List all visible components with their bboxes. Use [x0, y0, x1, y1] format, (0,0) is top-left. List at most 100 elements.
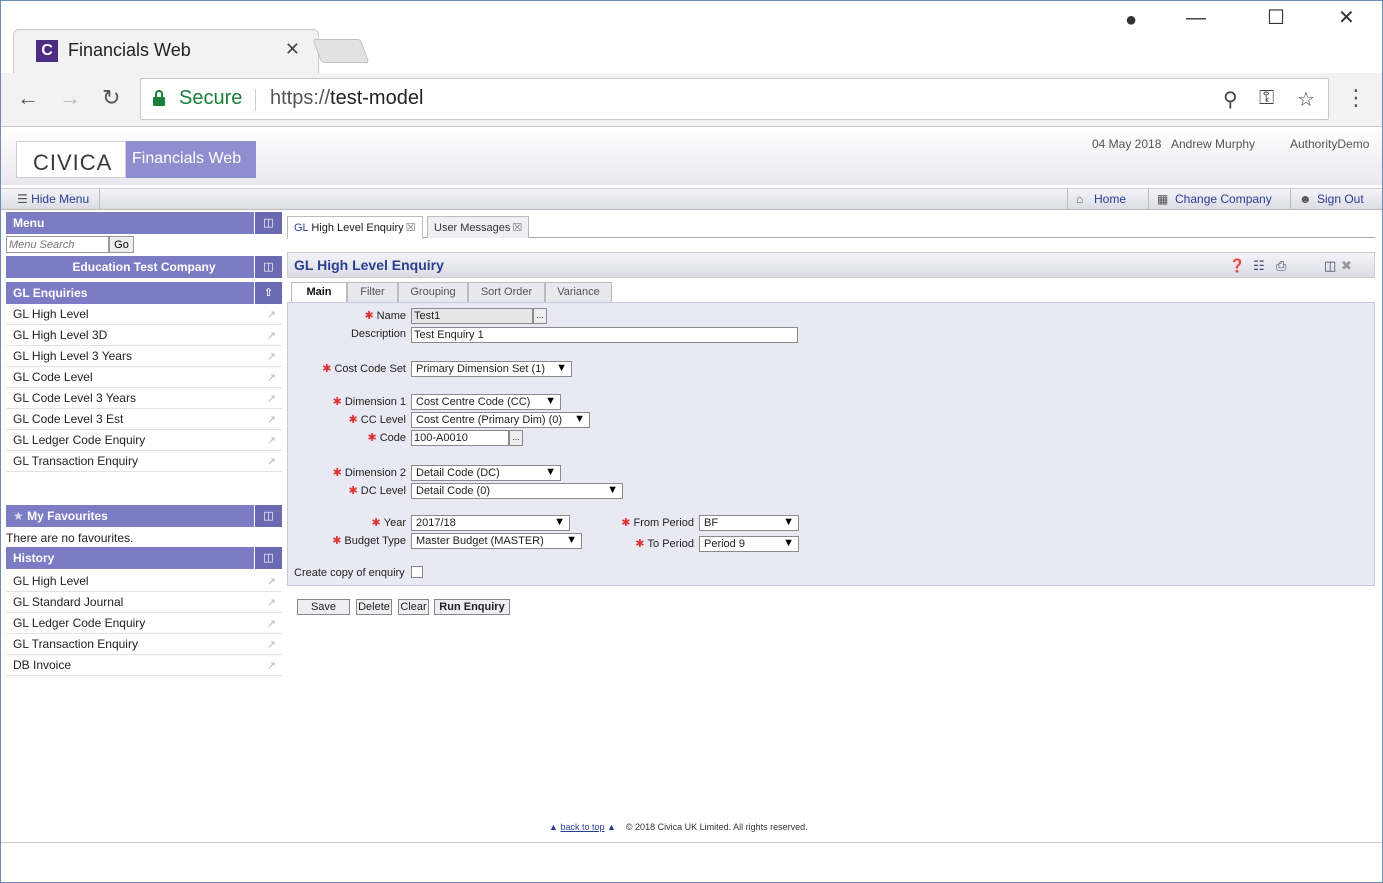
footer-divider: [1, 842, 1382, 843]
clear-button[interactable]: Clear: [398, 599, 429, 615]
dropdown-arrow-icon: ▼: [607, 484, 618, 496]
subtab-sort-order[interactable]: Sort Order: [468, 282, 545, 302]
dimension2-select[interactable]: Detail Code (DC) ▼: [411, 465, 561, 481]
dimension1-label: ✱ Dimension 1: [332, 396, 406, 408]
home-link[interactable]: ⌂ Home: [1067, 189, 1134, 210]
browser-window: C Financials Web ✕ ● — ☐ ✕ ← → ↻ Secure …: [0, 0, 1383, 883]
menu-search-input[interactable]: [6, 236, 109, 253]
cost-code-set-select[interactable]: Primary Dimension Set (1) ▼: [411, 361, 572, 377]
address-bar[interactable]: Secure https://test-model ⚲ ⚿ ☆: [140, 78, 1329, 120]
name-lookup-button[interactable]: ...: [533, 308, 547, 324]
logo-text: CIVICA: [33, 150, 113, 175]
menu-pin-icon[interactable]: ◫: [254, 212, 282, 234]
dimension1-select[interactable]: Cost Centre Code (CC) ▼: [411, 394, 561, 410]
dropdown-arrow-icon: ▼: [574, 413, 585, 425]
open-external-icon: ↗: [266, 456, 276, 468]
close-window-icon[interactable]: ✕: [1338, 5, 1355, 30]
code-lookup-button[interactable]: ...: [509, 430, 523, 446]
sidebar-item-gl-code-level[interactable]: GL Code Level ↗: [6, 367, 282, 388]
history-item-gl-standard-journal[interactable]: GL Standard Journal ↗: [6, 592, 282, 613]
to-period-label: ✱ To Period: [635, 538, 694, 550]
sidebar-item-gl-high-level-3d[interactable]: GL High Level 3D ↗: [6, 325, 282, 346]
new-tab-button[interactable]: [312, 39, 370, 63]
browser-menu-icon[interactable]: ⋮: [1345, 85, 1367, 111]
profile-icon[interactable]: ●: [1125, 9, 1137, 32]
to-period-select[interactable]: Period 9 ▼: [699, 536, 799, 552]
sidebar-item-gl-transaction-enquiry[interactable]: GL Transaction Enquiry ↗: [6, 451, 282, 472]
hide-menu-label: Hide Menu: [31, 192, 90, 206]
history-item-gl-transaction-enquiry[interactable]: GL Transaction Enquiry ↗: [6, 634, 282, 655]
create-copy-checkbox[interactable]: [411, 566, 423, 578]
save-button[interactable]: Save: [297, 599, 350, 615]
history-pin-icon[interactable]: ◫: [254, 547, 282, 569]
subtab-main[interactable]: Main: [291, 282, 347, 303]
sidebar-item-gl-ledger-code-enquiry[interactable]: GL Ledger Code Enquiry ↗: [6, 430, 282, 451]
export-icon[interactable]: ☷: [1253, 258, 1265, 274]
open-external-icon: ↗: [266, 576, 276, 588]
window-icon[interactable]: ◫: [1324, 258, 1336, 274]
delete-button[interactable]: Delete: [356, 599, 392, 615]
budget-type-label: ✱ Budget Type: [332, 535, 406, 547]
budget-type-select[interactable]: Master Budget (MASTER) ▼: [411, 533, 582, 549]
change-company-link[interactable]: ▦ Change Company: [1148, 189, 1280, 210]
app-navbar: ☰ Hide Menu ⌂ Home ▦ Change Company ☻ Sign …: [1, 188, 1382, 210]
minimize-icon[interactable]: —: [1186, 7, 1206, 30]
open-external-icon: ↗: [266, 414, 276, 426]
hide-menu-button[interactable]: ☰ Hide Menu: [7, 189, 101, 210]
copyright-text: © 2018 Civica UK Limited. All rights res…: [625, 822, 808, 832]
maximize-icon[interactable]: ☐: [1267, 5, 1285, 30]
from-period-select[interactable]: BF ▼: [699, 515, 799, 531]
up-arrow-icon: ▲: [606, 822, 616, 832]
tab-close-icon[interactable]: ✕: [285, 39, 300, 60]
open-external-icon: ↗: [266, 309, 276, 321]
history-item-gl-ledger-code-enquiry[interactable]: GL Ledger Code Enquiry ↗: [6, 613, 282, 634]
dropdown-arrow-icon: ▼: [783, 537, 794, 549]
open-external-icon: ↗: [266, 330, 276, 342]
sidebar-item-gl-high-level-3-years[interactable]: GL High Level 3 Years ↗: [6, 346, 282, 367]
company-pin-icon[interactable]: ◫: [254, 256, 282, 278]
sidebar-item-gl-code-level-3-est[interactable]: GL Code Level 3 Est ↗: [6, 409, 282, 430]
cc-level-select[interactable]: Cost Centre (Primary Dim) (0) ▼: [411, 412, 590, 428]
code-input[interactable]: 100-A0010: [411, 430, 509, 446]
favourites-pin-icon[interactable]: ◫: [254, 505, 282, 527]
reload-icon[interactable]: ↻: [102, 85, 120, 111]
sidebar: Menu ◫ Go Education Test Company ◫ GL En…: [6, 212, 282, 676]
back-icon[interactable]: ←: [17, 85, 39, 111]
subtab-filter[interactable]: Filter: [347, 282, 398, 302]
gl-enquiries-up-icon[interactable]: ⇧: [254, 282, 282, 304]
history-header: History ◫: [6, 547, 282, 569]
description-input[interactable]: Test Enquiry 1: [411, 327, 798, 343]
forward-icon[interactable]: →: [59, 85, 81, 111]
run-enquiry-button[interactable]: Run Enquiry: [434, 599, 510, 615]
subtab-variance[interactable]: Variance: [545, 282, 612, 302]
enquiry-form: ✱ Name Test1 ... Description Test Enquiry…: [287, 302, 1375, 586]
sidebar-item-gl-code-level-3-years[interactable]: GL Code Level 3 Years ↗: [6, 388, 282, 409]
tab-gl-high-level-enquiry[interactable]: GL High Level Enquiry ☒: [287, 216, 423, 239]
menu-search-go-button[interactable]: Go: [109, 236, 134, 253]
back-to-top-link[interactable]: back to top: [560, 822, 604, 832]
browser-tab[interactable]: C Financials Web ✕: [13, 29, 319, 73]
help-icon[interactable]: ❓: [1229, 258, 1245, 274]
url-text[interactable]: https://test-model: [270, 87, 423, 110]
favourites-empty: There are no favourites.: [6, 531, 134, 545]
history-item-gl-high-level[interactable]: GL High Level ↗: [6, 571, 282, 592]
name-input[interactable]: Test1: [411, 308, 533, 324]
create-copy-label: Create copy of enquiry: [294, 567, 405, 579]
up-arrow-icon: ▲: [549, 822, 558, 832]
gl-enquiries-header[interactable]: GL Enquiries ⇧: [6, 282, 282, 304]
subtab-grouping[interactable]: Grouping: [398, 282, 468, 302]
history-item-db-invoice[interactable]: DB Invoice ↗: [6, 655, 282, 676]
app-header: CIVICA Financials Web 04 May 2018 Andrew…: [1, 128, 1382, 185]
zoom-icon[interactable]: ⚲: [1223, 87, 1238, 112]
tab-user-messages[interactable]: User Messages ☒: [427, 216, 530, 238]
code-label: ✱ Code: [367, 432, 406, 444]
bookmark-star-icon[interactable]: ☆: [1297, 87, 1315, 112]
address-separator: [255, 89, 256, 111]
year-select[interactable]: 2017/18 ▼: [411, 515, 570, 531]
sign-out-link[interactable]: ☻ Sign Out: [1290, 189, 1372, 210]
dc-level-select[interactable]: Detail Code (0) ▼: [411, 483, 623, 499]
sidebar-item-gl-high-level[interactable]: GL High Level ↗: [6, 304, 282, 325]
print-icon[interactable]: ⎙: [1276, 258, 1286, 274]
key-icon[interactable]: ⚿: [1259, 87, 1274, 110]
panel-close-icon[interactable]: ✖: [1341, 258, 1352, 274]
